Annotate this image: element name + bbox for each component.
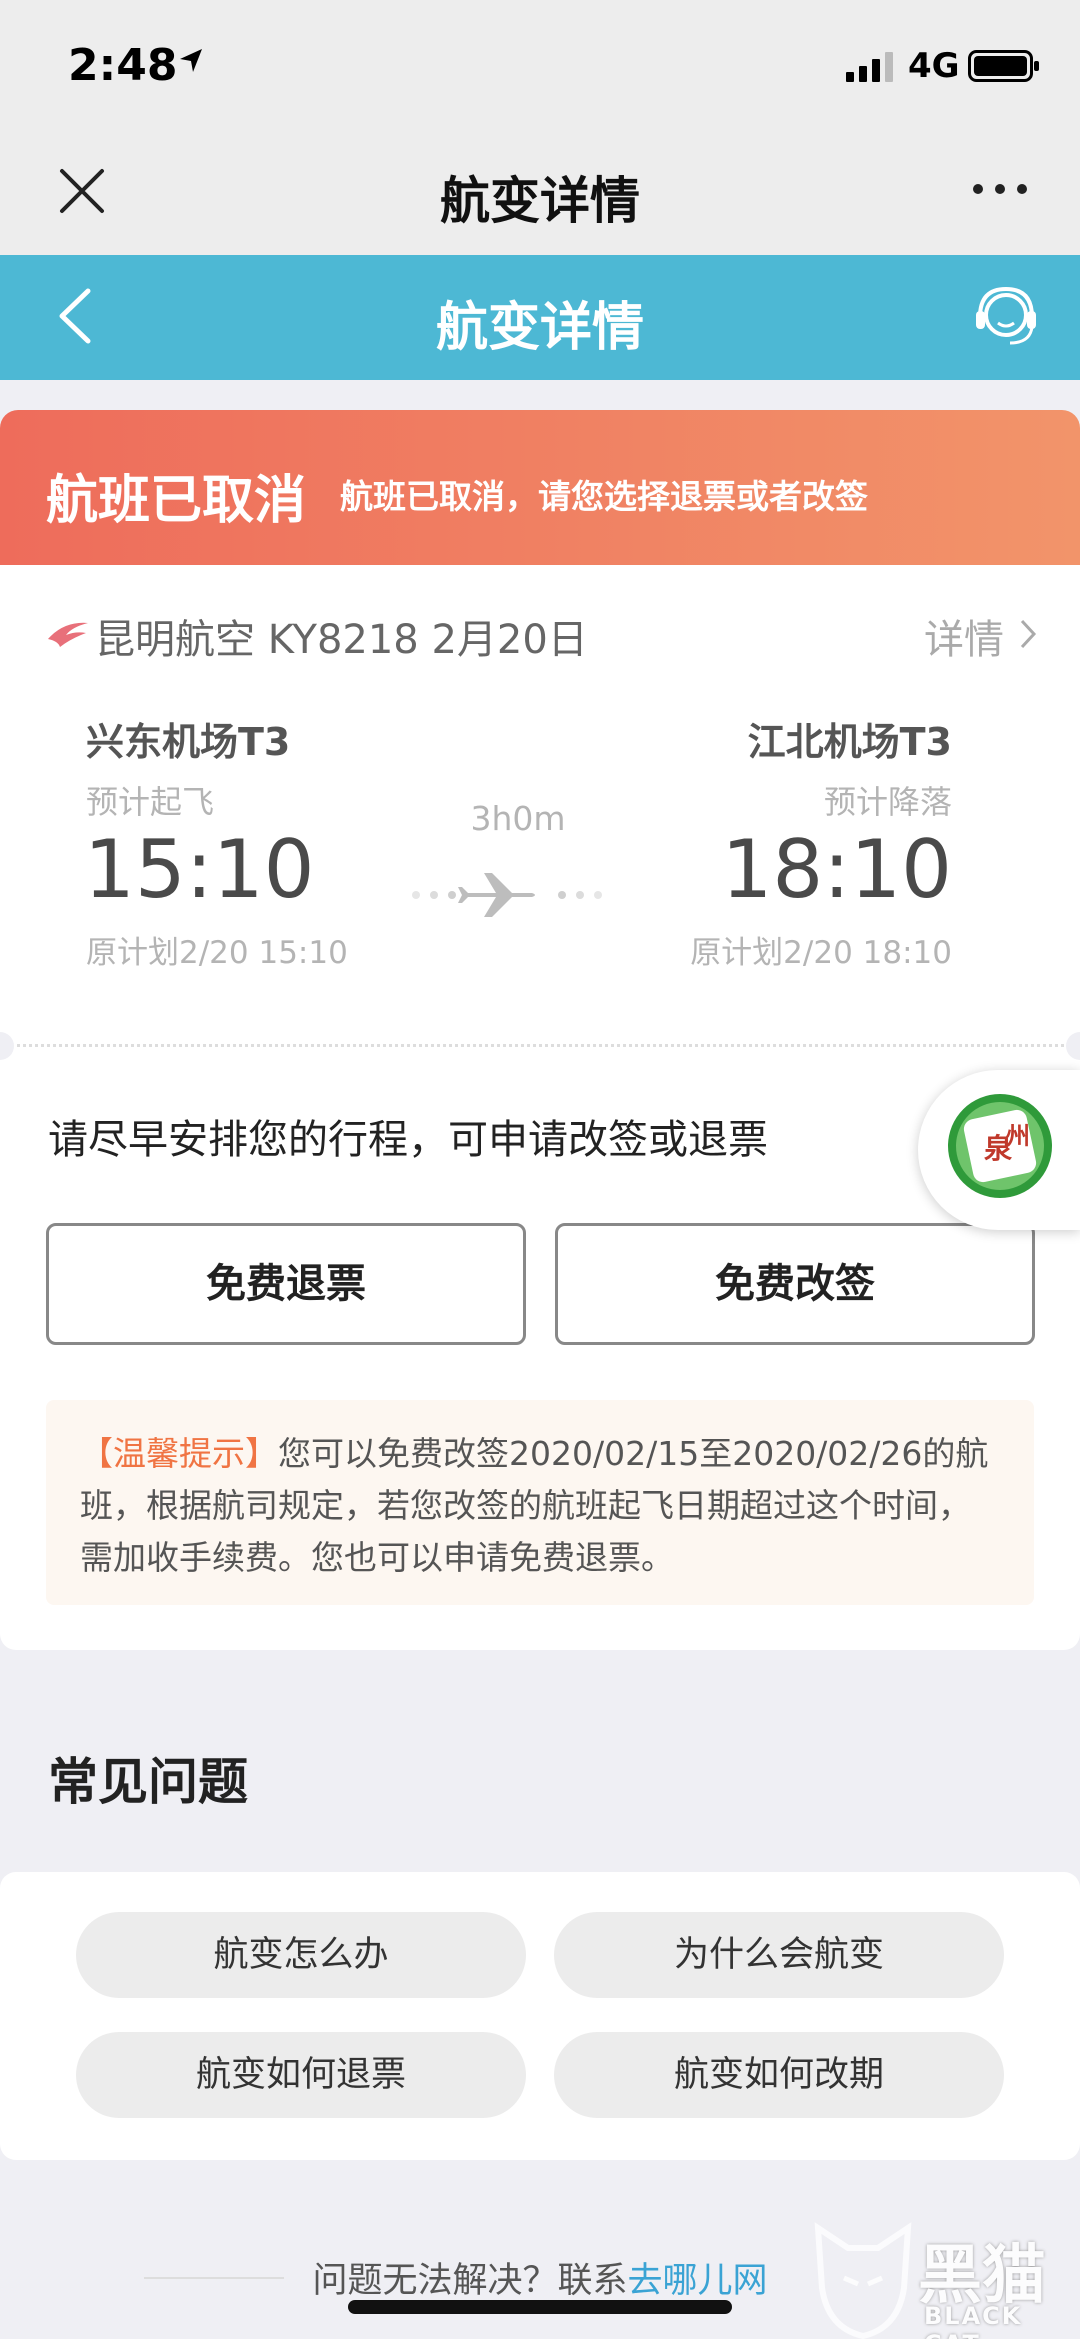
tip-box: 【温馨提示】您可以免费改签2020/02/15至2020/02/26的航班，根据…: [46, 1400, 1034, 1605]
banner-title: 航班已取消: [46, 471, 307, 531]
arrival-time: 18:10: [721, 823, 952, 916]
faq-item[interactable]: 为什么会航变: [554, 1912, 1004, 1998]
status-bar: 2:48 4G: [0, 0, 1080, 135]
airline-flight-info: 昆明航空 KY8218 2月20日: [95, 617, 588, 663]
badge-char-2: 州: [1006, 1121, 1030, 1150]
home-indicator[interactable]: [348, 2300, 732, 2314]
arrival-airport: 江北机场T3: [747, 720, 952, 764]
quanzhou-badge-icon: 泉 州: [948, 1094, 1052, 1198]
app-header: 航变详情: [0, 255, 1080, 380]
signal-icon: [846, 52, 893, 82]
ticket-divider: [10, 1044, 1070, 1047]
arrival-label: 预计降落: [823, 783, 952, 821]
free-refund-button[interactable]: 免费退票: [46, 1223, 526, 1345]
faq-title: 常见问题: [48, 1753, 248, 1811]
floating-promo-badge[interactable]: 泉 州: [918, 1070, 1080, 1230]
battery-icon: [968, 50, 1039, 82]
status-time: 2:48: [68, 40, 178, 91]
plane-icon: [412, 873, 602, 917]
faq-card: 航变怎么办 为什么会航变 航变如何退票 航变如何改期: [0, 1872, 1080, 2160]
contact-prefix: 问题无法解决？联系: [312, 2261, 628, 2301]
chevron-right-icon[interactable]: [1018, 617, 1038, 651]
banner-subtitle: 航班已取消，请您选择退票或者改签: [340, 477, 868, 516]
watermark: 黑猫 BLACK CAT: [808, 2218, 1080, 2339]
faq-item[interactable]: 航变如何退票: [76, 2032, 526, 2118]
location-arrow-icon: [180, 49, 202, 72]
more-icon[interactable]: [970, 179, 1030, 199]
customer-service-icon[interactable]: [972, 279, 1040, 353]
airline-logo-icon: [48, 622, 88, 647]
watermark-sub: BLACK CAT: [924, 2302, 1023, 2339]
contact-link[interactable]: 去哪儿网: [628, 2261, 768, 2301]
free-change-button[interactable]: 免费改签: [555, 1223, 1035, 1345]
faq-item[interactable]: 航变如何改期: [554, 2032, 1004, 2118]
wechat-nav-bar: 航变详情: [0, 135, 1080, 255]
page-title: 航变详情: [435, 298, 644, 358]
detail-link[interactable]: 详情: [924, 607, 1004, 665]
cancel-banner: 航班已取消 航班已取消，请您选择退票或者改签: [0, 410, 1080, 565]
departure-airport: 兴东机场T3: [86, 720, 291, 764]
action-prompt: 请尽早安排您的行程，可申请改签或退票: [48, 1117, 768, 1163]
flight-card: 昆明航空 KY8218 2月20日 详情 兴东机场T3 预计起飞 15:10 原…: [0, 565, 1080, 1055]
tip-label: 【温馨提示】: [80, 1434, 278, 1473]
faq-item[interactable]: 航变怎么办: [76, 1912, 526, 1998]
wechat-title: 航变详情: [440, 172, 640, 230]
network-type: 4G: [908, 46, 960, 86]
cat-logo-icon: [814, 2222, 912, 2339]
departure-planned: 原计划2/20 15:10: [86, 935, 348, 971]
arrival-planned: 原计划2/20 18:10: [690, 935, 952, 971]
